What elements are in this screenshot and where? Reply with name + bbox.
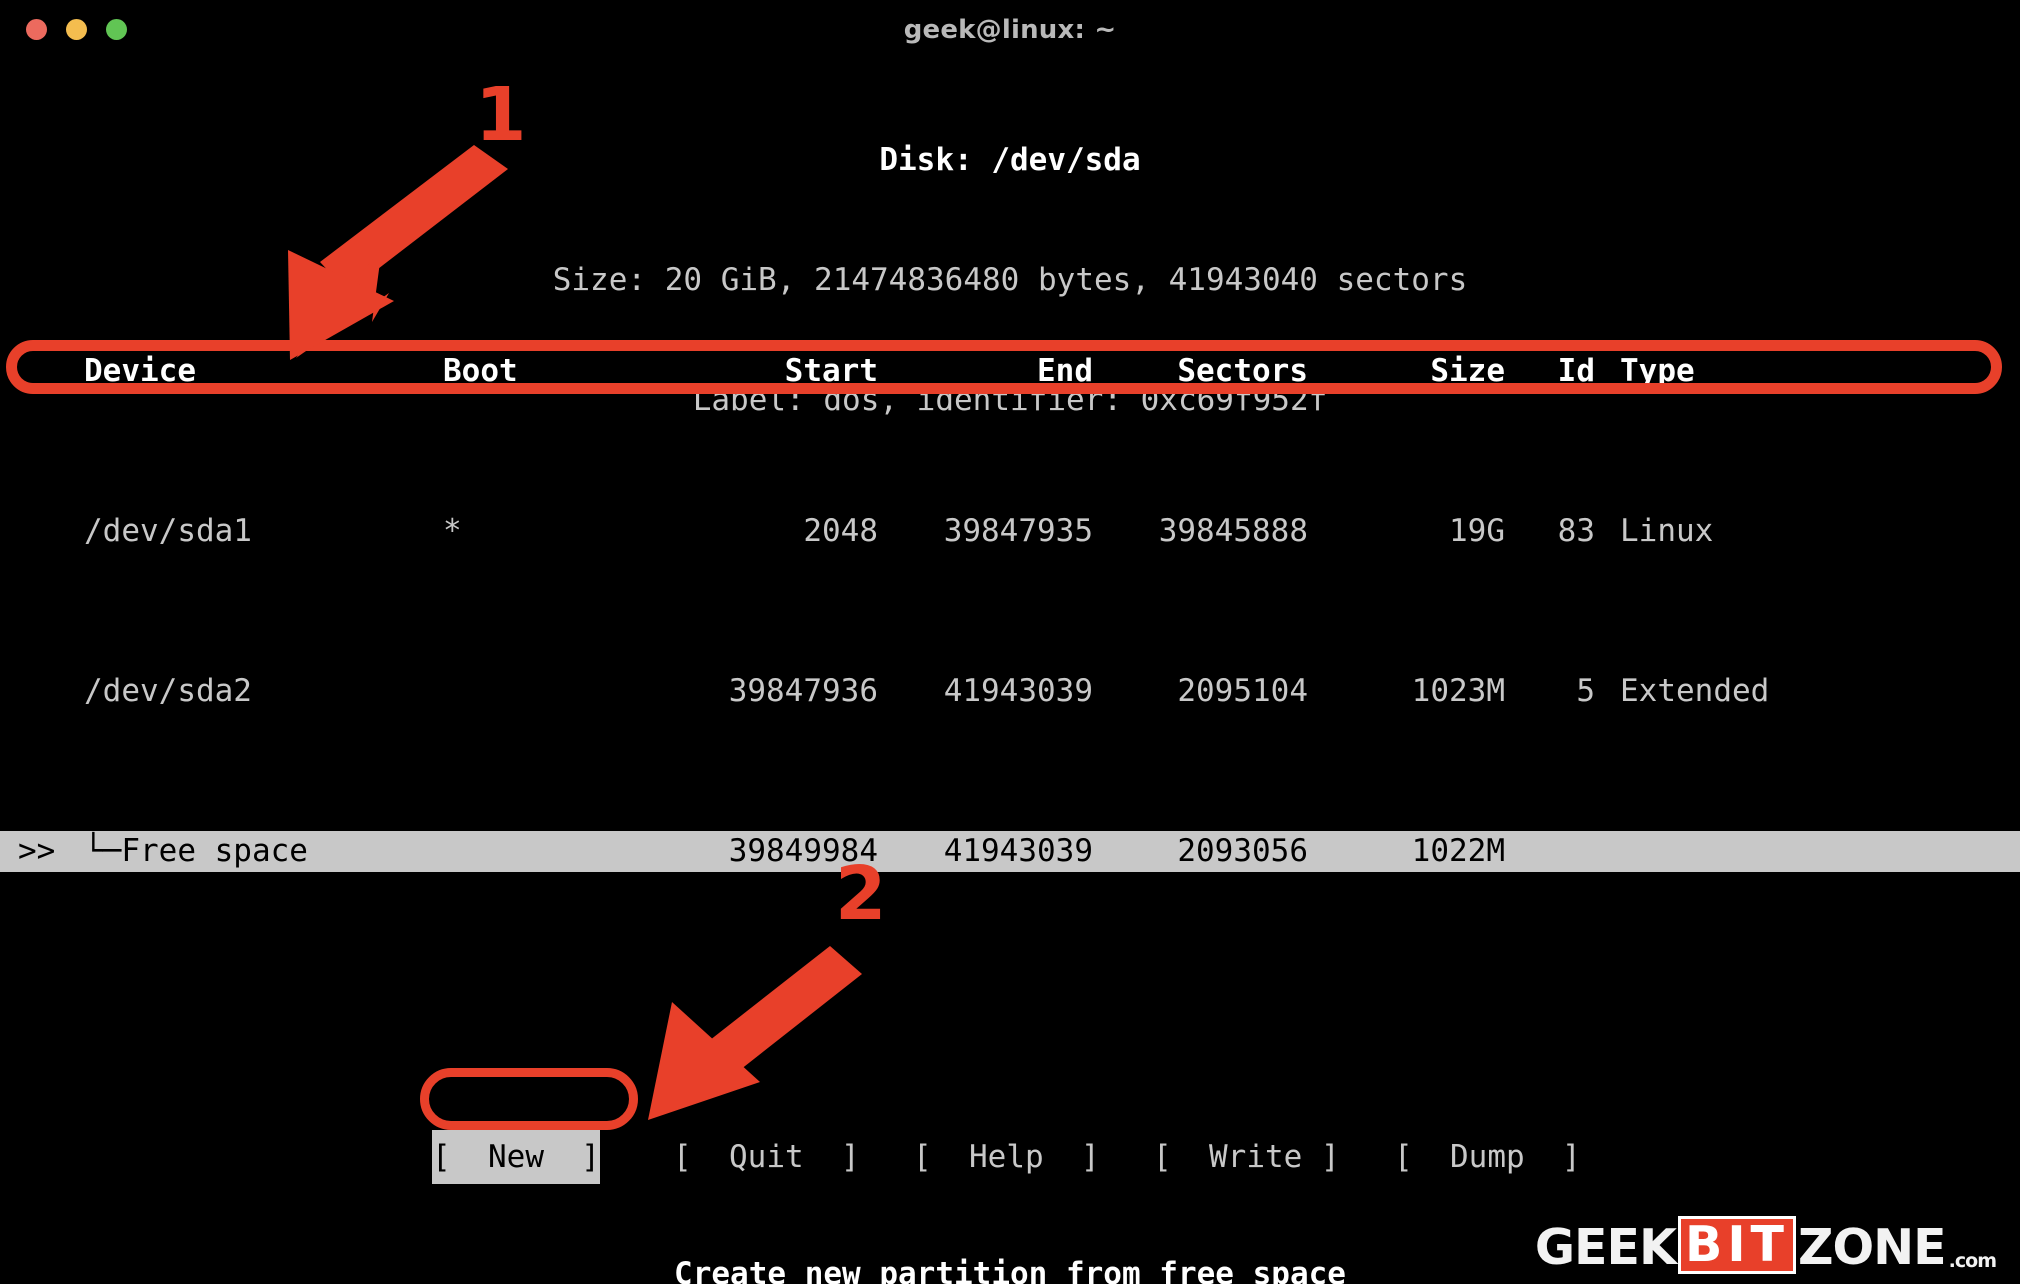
row-sectors: 39845888	[1158, 513, 1308, 549]
help-button[interactable]: [ Help ]	[913, 1130, 1100, 1184]
disk-name-line: Disk: /dev/sda	[879, 142, 1141, 178]
row-size: 1022M	[1411, 833, 1505, 869]
annotation-number-2: 2	[835, 851, 887, 937]
row-device: /dev/sda1	[84, 513, 252, 549]
table-row-free-space-selected[interactable]: >> └─Free space 39849984 41943039 209305…	[0, 831, 2020, 872]
row-id: 5	[1576, 673, 1595, 709]
annotation-number-1: 1	[475, 72, 527, 158]
new-button[interactable]: [ New ]	[432, 1130, 600, 1184]
column-header-end: End	[1037, 353, 1093, 389]
write-button[interactable]: [ Write ]	[1153, 1130, 1340, 1184]
row-cursor: >>	[18, 833, 56, 869]
row-type: Extended	[1620, 673, 1770, 709]
column-header-id: Id	[1557, 353, 1595, 389]
column-header-size: Size	[1430, 353, 1505, 389]
window-titlebar: geek@linux: ~	[0, 0, 2020, 58]
row-start: 39847936	[728, 673, 878, 709]
column-header-sectors: Sectors	[1177, 353, 1308, 389]
action-menu: [ New ] [ Quit ] [ Help ] [ Write ] [ Du…	[0, 1130, 2020, 1186]
row-boot: *	[443, 513, 462, 549]
logo-text-zone: ZONE	[1797, 1219, 1947, 1276]
row-end: 41943039	[943, 673, 1093, 709]
row-size: 1023M	[1411, 673, 1505, 709]
table-header-row: Device Boot Start End Sectors Size Id Ty…	[0, 351, 2020, 391]
row-size: 19G	[1449, 513, 1505, 549]
row-sectors: 2095104	[1177, 673, 1308, 709]
table-row[interactable]: /dev/sda2 39847936 41943039 2095104 1023…	[0, 671, 2020, 711]
column-header-device: Device	[84, 353, 196, 389]
logo-text-geek: GEEK	[1534, 1219, 1677, 1276]
column-header-boot: Boot	[443, 353, 518, 389]
row-end: 41943039	[943, 833, 1093, 869]
logo-text-dotcom: .com	[1948, 1250, 1997, 1272]
column-header-start: Start	[784, 353, 878, 389]
terminal-screen[interactable]: Disk: /dev/sda Size: 20 GiB, 21474836480…	[0, 58, 2020, 1284]
row-device: └─Free space	[84, 833, 308, 869]
row-sectors: 2093056	[1177, 833, 1308, 869]
row-start: 2048	[803, 513, 878, 549]
window-title: geek@linux: ~	[903, 15, 1117, 45]
row-end: 39847935	[943, 513, 1093, 549]
row-type: Linux	[1620, 513, 1714, 549]
watermark-logo: GEEK BIT ZONE .com	[1534, 1216, 1997, 1276]
logo-text-bit: BIT	[1677, 1216, 1796, 1274]
table-row[interactable]: /dev/sda1 * 2048 39847935 39845888 19G 8…	[0, 511, 2020, 551]
dump-button[interactable]: [ Dump ]	[1394, 1130, 1581, 1184]
quit-button[interactable]: [ Quit ]	[673, 1130, 860, 1184]
partition-table: Device Boot Start End Sectors Size Id Ty…	[0, 231, 2020, 992]
row-id: 83	[1557, 513, 1595, 549]
row-device: /dev/sda2	[84, 673, 252, 709]
column-header-type: Type	[1620, 353, 1695, 389]
terminal-window: geek@linux: ~ Disk: /dev/sda Size: 20 Gi…	[0, 0, 2020, 1284]
